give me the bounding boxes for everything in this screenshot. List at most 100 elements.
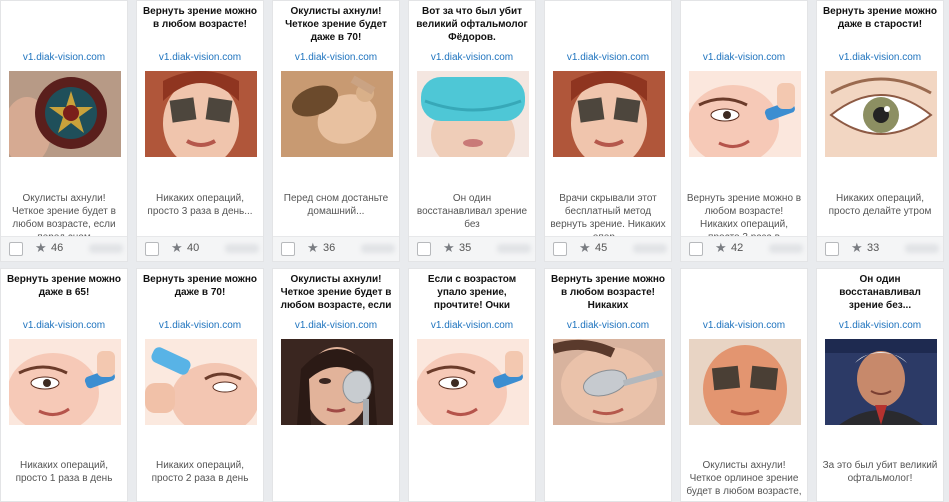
teaser-title[interactable]: Окулисты ахнули! Четкое зрение будет даж… xyxy=(278,5,394,49)
teaser-description[interactable]: Он один восстанавливал зрение без xyxy=(414,192,530,237)
teaser-domain-link[interactable]: v1.diak-vision.com xyxy=(817,52,943,63)
teaser-image[interactable] xyxy=(145,339,257,425)
teaser-title[interactable]: Вернуть зрение можно даже в старости! xyxy=(822,5,938,49)
select-checkbox[interactable] xyxy=(825,242,839,256)
teaser-image[interactable] xyxy=(553,71,665,157)
teaser-card[interactable]: Вернуть зрение можно в любом возрасте! v1… xyxy=(136,0,264,262)
teaser-domain-link[interactable]: v1.diak-vision.com xyxy=(681,320,807,331)
rating-count: 46 xyxy=(51,242,64,254)
teaser-domain-link[interactable]: v1.diak-vision.com xyxy=(1,52,127,63)
select-checkbox[interactable] xyxy=(689,242,703,256)
teaser-card[interactable]: Вернуть зрение можно в любом возрасте! Н… xyxy=(544,268,672,502)
teaser-grid: v1.diak-vision.com Окулисты ахнули! Четко… xyxy=(0,0,949,502)
teaser-image[interactable] xyxy=(825,339,937,425)
teaser-domain-link[interactable]: v1.diak-vision.com xyxy=(1,320,127,331)
blurred-label xyxy=(361,244,395,253)
teaser-card[interactable]: Если с возрастом упало зрение, прочтите!… xyxy=(408,268,536,502)
teaser-title[interactable] xyxy=(686,273,802,317)
rating-count: 45 xyxy=(595,242,608,254)
select-checkbox[interactable] xyxy=(417,242,431,256)
teaser-title[interactable]: Он один восстанавливал зрение без... xyxy=(822,273,938,317)
teaser-title[interactable]: Окулисты ахнули! Четкое зрение будет в л… xyxy=(278,273,394,317)
teaser-title[interactable]: Вернуть зрение можно даже в 70! xyxy=(142,273,258,317)
teaser-footer: ★ 33 xyxy=(817,236,943,261)
teaser-description[interactable]: Вернуть зрение можно в любом возрасте! Н… xyxy=(686,192,802,237)
teaser-footer: ★ 36 xyxy=(273,236,399,261)
teaser-card[interactable]: Вернуть зрение можно даже в 65! v1.diak-v… xyxy=(0,268,128,502)
teaser-domain-link[interactable]: v1.diak-vision.com xyxy=(545,52,671,63)
star-icon: ★ xyxy=(307,240,319,255)
teaser-description[interactable] xyxy=(278,459,394,501)
teaser-title[interactable] xyxy=(686,5,802,49)
teaser-title[interactable]: Вот за что был убит великий офтальмолог … xyxy=(414,5,530,49)
star-icon: ★ xyxy=(851,240,863,255)
teaser-title[interactable] xyxy=(550,5,666,49)
teaser-image[interactable] xyxy=(417,71,529,157)
teaser-description[interactable]: Перед сном достаньте домашний... xyxy=(278,192,394,237)
teaser-card[interactable]: Вот за что был убит великий офтальмолог … xyxy=(408,0,536,262)
teaser-title[interactable]: Вернуть зрение можно в любом возрасте! Н… xyxy=(550,273,666,317)
select-checkbox[interactable] xyxy=(553,242,567,256)
blurred-label xyxy=(633,244,667,253)
star-icon: ★ xyxy=(35,240,47,255)
star-icon: ★ xyxy=(443,240,455,255)
teaser-image[interactable] xyxy=(9,339,121,425)
select-checkbox[interactable] xyxy=(281,242,295,256)
blurred-label xyxy=(905,244,939,253)
teaser-domain-link[interactable]: v1.diak-vision.com xyxy=(409,320,535,331)
teaser-title[interactable] xyxy=(6,5,122,49)
teaser-domain-link[interactable]: v1.diak-vision.com xyxy=(681,52,807,63)
teaser-domain-link[interactable]: v1.diak-vision.com xyxy=(409,52,535,63)
teaser-image[interactable] xyxy=(417,339,529,425)
teaser-description[interactable]: Никаких операций, просто делайте утром xyxy=(822,192,938,237)
star-icon: ★ xyxy=(579,240,591,255)
teaser-image[interactable] xyxy=(553,339,665,425)
teaser-card[interactable]: v1.diak-vision.com Врачи скрывали этот бе… xyxy=(544,0,672,262)
teaser-domain-link[interactable]: v1.diak-vision.com xyxy=(137,52,263,63)
teaser-description[interactable]: Окулисты ахнули! Четкое зрение будет в л… xyxy=(6,192,122,237)
teaser-image[interactable] xyxy=(9,71,121,157)
teaser-footer: ★ 45 xyxy=(545,236,671,261)
teaser-domain-link[interactable]: v1.diak-vision.com xyxy=(817,320,943,331)
teaser-description[interactable]: Никаких операций, просто 1 раза в день xyxy=(6,459,122,501)
teaser-image[interactable] xyxy=(281,71,393,157)
teaser-description[interactable]: Никаких операций, просто 2 раза в день xyxy=(142,459,258,501)
teaser-title[interactable]: Вернуть зрение можно в любом возрасте! xyxy=(142,5,258,49)
rating-count: 36 xyxy=(323,242,336,254)
teaser-card[interactable]: v1.diak-vision.com Окулисты ахнули! Четко… xyxy=(0,0,128,262)
teaser-title[interactable]: Если с возрастом упало зрение, прочтите!… xyxy=(414,273,530,317)
teaser-card[interactable]: Окулисты ахнули! Четкое зрение будет в л… xyxy=(272,268,400,502)
teaser-description[interactable]: Окулисты ахнули! Четкое орлиное зрение б… xyxy=(686,459,802,501)
teaser-description[interactable]: Врачи скрывали этот бесплатный метод вер… xyxy=(550,192,666,237)
teaser-domain-link[interactable]: v1.diak-vision.com xyxy=(137,320,263,331)
teaser-card[interactable]: Он один восстанавливал зрение без... v1.d… xyxy=(816,268,944,502)
teaser-card[interactable]: Окулисты ахнули! Четкое зрение будет даж… xyxy=(272,0,400,262)
teaser-description[interactable] xyxy=(414,459,530,501)
teaser-description[interactable] xyxy=(550,459,666,501)
teaser-image[interactable] xyxy=(145,71,257,157)
teaser-card[interactable]: v1.diak-vision.com Окулисты ахнули! Четко… xyxy=(680,268,808,502)
teaser-domain-link[interactable]: v1.diak-vision.com xyxy=(273,320,399,331)
teaser-footer: ★ 35 xyxy=(409,236,535,261)
teaser-card[interactable]: v1.diak-vision.com Вернуть зрение можно в… xyxy=(680,0,808,262)
rating-count: 33 xyxy=(867,242,880,254)
rating-count: 35 xyxy=(459,242,472,254)
star-icon: ★ xyxy=(171,240,183,255)
select-checkbox[interactable] xyxy=(145,242,159,256)
teaser-title[interactable]: Вернуть зрение можно даже в 65! xyxy=(6,273,122,317)
teaser-image[interactable] xyxy=(689,339,801,425)
teaser-card[interactable]: Вернуть зрение можно даже в старости! v1.… xyxy=(816,0,944,262)
teaser-card[interactable]: Вернуть зрение можно даже в 70! v1.diak-v… xyxy=(136,268,264,502)
blurred-label xyxy=(769,244,803,253)
teaser-image[interactable] xyxy=(689,71,801,157)
star-icon: ★ xyxy=(715,240,727,255)
teaser-description[interactable]: Никаких операций, просто 3 раза в день..… xyxy=(142,192,258,237)
teaser-domain-link[interactable]: v1.diak-vision.com xyxy=(545,320,671,331)
teaser-description[interactable]: За это был убит великий офтальмолог! xyxy=(822,459,938,501)
teaser-footer: ★ 46 xyxy=(1,236,127,261)
select-checkbox[interactable] xyxy=(9,242,23,256)
teaser-domain-link[interactable]: v1.diak-vision.com xyxy=(273,52,399,63)
rating-count: 40 xyxy=(187,242,200,254)
teaser-image[interactable] xyxy=(825,71,937,157)
teaser-image[interactable] xyxy=(281,339,393,425)
